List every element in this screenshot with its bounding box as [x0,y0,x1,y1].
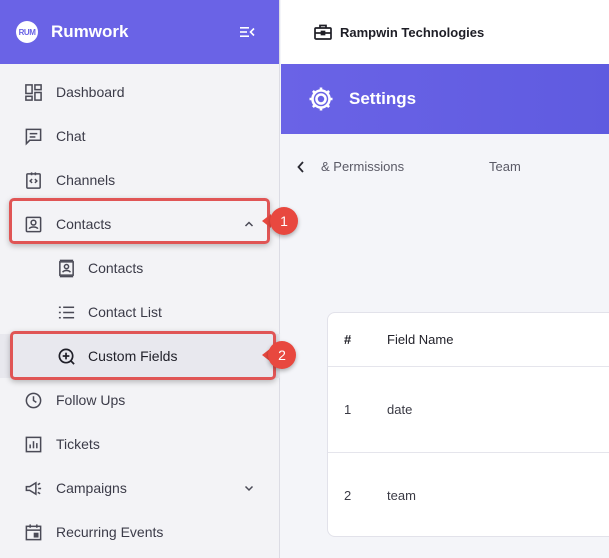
sidebar-item-chat[interactable]: Chat [0,114,280,158]
brand-header: RUM Rumwork [0,0,279,64]
add-circle-icon [58,348,75,365]
field-name: team [387,488,416,503]
settings-header: Settings [281,64,609,134]
tickets-icon [25,436,42,453]
row-number: 2 [344,488,352,503]
sidebar-item-label: Recurring Events [56,524,164,540]
row-number: 1 [344,402,352,417]
brand-name: Rumwork [51,22,129,41]
sidebar-item-label: Tickets [56,436,100,452]
table-header: # Field Name [328,313,609,367]
channels-icon [26,172,41,189]
sidebar-item-recurring-events[interactable]: Recurring Events [0,510,280,554]
sidebar-item-follow-ups[interactable]: Follow Ups [0,378,280,422]
sidebar-item-label: Campaigns [56,480,127,496]
contact-card-icon [59,259,74,278]
tab-team[interactable]: Team [489,159,521,174]
gear-icon [309,87,333,111]
page-title: Settings [349,89,417,108]
sidebar-subitem-custom-fields[interactable]: Custom Fields [0,334,280,378]
chevron-left-icon[interactable] [295,160,307,174]
sidebar-item-label: Channels [56,172,116,188]
custom-fields-table: # Field Name 1 date 2 team [327,312,609,537]
sidebar-item-label: Contact List [88,304,162,320]
sidebar-item-label: Custom Fields [88,348,178,364]
sidebar-item-label: Contacts [88,260,144,276]
table-row[interactable]: 2 team [328,453,609,536]
briefcase-icon [314,24,332,40]
rumwork-logo: RUM [16,21,38,43]
sidebar-item-label: Dashboard [56,84,125,100]
sidebar-item-label: Chat [56,128,86,144]
sidebar-item-dashboard[interactable]: Dashboard [0,70,280,114]
contacts-icon [25,216,42,233]
table-row[interactable]: 1 date [328,367,609,453]
company-name[interactable]: Rampwin Technologies [340,25,484,40]
chevron-down-icon[interactable] [244,483,254,493]
sidebar-item-label: Contacts [56,216,112,232]
sidebar-item-label: Follow Ups [56,392,126,408]
sidebar-item-contacts[interactable]: Contacts [0,202,280,246]
annotation-badge: 1 [270,207,298,235]
sidebar-subitem-contact-list[interactable]: Contact List [0,290,280,334]
column-header-number: # [344,332,352,347]
chat-icon [25,128,42,146]
chevron-up-icon[interactable] [244,219,254,229]
sidebar-item-tickets[interactable]: Tickets [0,422,280,466]
list-icon [58,306,75,319]
settings-tabs: & Permissions Team [281,134,609,200]
column-header-field-name: Field Name [387,332,454,347]
dashboard-icon [25,84,42,101]
calendar-icon [25,524,42,541]
tab-permissions[interactable]: & Permissions [321,159,404,174]
sidebar: RUM Rumwork Dashboard Chat Channels Cont… [0,0,280,558]
sidebar-subitem-contacts[interactable]: Contacts [0,246,280,290]
annotation-badge: 2 [268,341,296,369]
sidebar-item-channels[interactable]: Channels [0,158,280,202]
top-bar: Rampwin Technologies [281,0,609,64]
field-name: date [387,402,413,417]
collapse-sidebar-icon[interactable] [239,24,255,40]
clock-icon [25,392,42,409]
megaphone-icon [25,481,42,496]
sidebar-item-campaigns[interactable]: Campaigns [0,466,280,510]
